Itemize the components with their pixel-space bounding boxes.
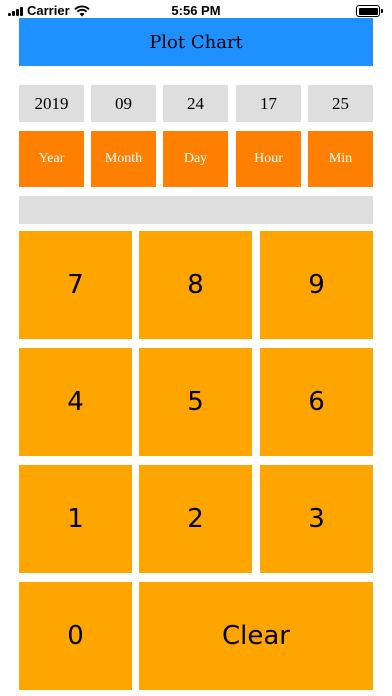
hour-value: 17 <box>236 85 301 122</box>
day-button[interactable]: Day <box>163 131 228 187</box>
key-7-button[interactable]: 7 <box>19 231 132 339</box>
key-3-button[interactable]: 3 <box>260 465 373 573</box>
status-time: 5:56 PM <box>171 3 221 18</box>
min-button[interactable]: Min <box>308 131 373 187</box>
year-value: 2019 <box>19 85 84 122</box>
key-4-button[interactable]: 4 <box>19 348 132 456</box>
year-button[interactable]: Year <box>19 131 84 187</box>
clear-button[interactable]: Clear <box>139 582 373 690</box>
key-1-button[interactable]: 1 <box>19 465 132 573</box>
day-value: 24 <box>163 85 228 122</box>
key-8-button[interactable]: 8 <box>139 231 252 339</box>
month-button[interactable]: Month <box>91 131 156 187</box>
key-0-button[interactable]: 0 <box>19 582 132 690</box>
key-9-button[interactable]: 9 <box>260 231 373 339</box>
hour-button[interactable]: Hour <box>236 131 301 187</box>
key-2-button[interactable]: 2 <box>139 465 252 573</box>
plot-chart-button[interactable]: Plot Chart <box>19 18 373 66</box>
entry-display-field[interactable] <box>19 196 373 224</box>
min-value: 25 <box>308 85 373 122</box>
key-6-button[interactable]: 6 <box>260 348 373 456</box>
battery-icon <box>356 5 383 17</box>
month-value: 09 <box>91 85 156 122</box>
key-5-button[interactable]: 5 <box>139 348 252 456</box>
